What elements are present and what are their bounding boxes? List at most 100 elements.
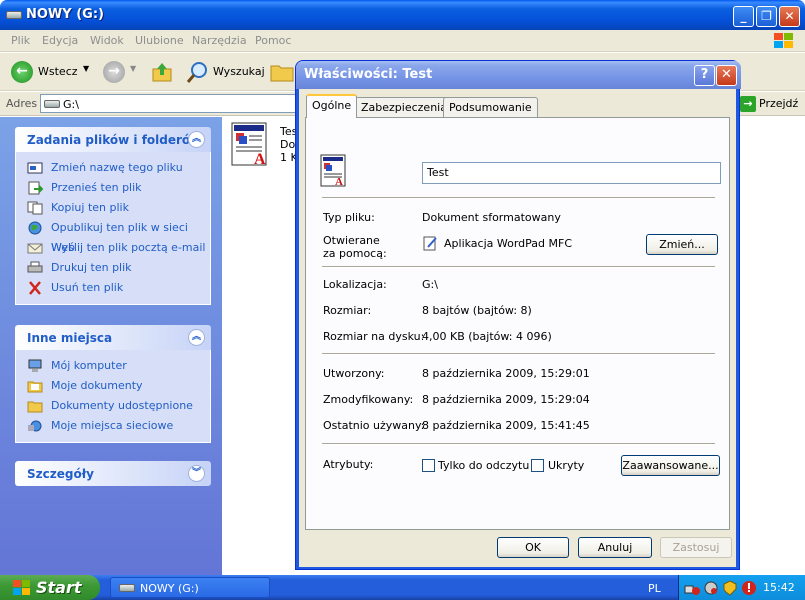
modified-value: 8 października 2009, 15:29:04 xyxy=(422,393,590,406)
task-delete[interactable]: Usuń ten plik xyxy=(16,278,210,298)
menu-favorites[interactable]: Ulubione xyxy=(135,34,184,47)
dialog-title-bar[interactable]: Właściwości: Test ? ✕ xyxy=(296,61,741,89)
tab-security[interactable]: Zabezpieczenia xyxy=(355,97,453,117)
security-shield-icon[interactable] xyxy=(722,580,738,596)
globe-icon xyxy=(28,221,42,235)
taskbar-window-button[interactable]: NOWY (G:) xyxy=(110,577,270,598)
search-button-label[interactable]: Wyszukaj xyxy=(213,65,265,78)
location-value: G:\ xyxy=(422,278,438,291)
task-move[interactable]: Przenieś ten plik xyxy=(16,178,210,198)
go-arrow-icon[interactable]: → xyxy=(740,96,756,112)
created-label: Utworzony: xyxy=(323,367,385,380)
change-button[interactable]: Zmień... xyxy=(646,234,718,255)
menu-file[interactable]: Plik xyxy=(11,34,30,47)
place-network[interactable]: Moje miejsca sieciowe xyxy=(16,416,210,436)
menu-tools[interactable]: Narzędzia xyxy=(192,34,247,47)
file-name-input[interactable]: Test xyxy=(422,162,721,184)
search-icon[interactable] xyxy=(186,60,210,84)
readonly-checkbox[interactable] xyxy=(422,459,435,472)
maximize-button[interactable]: ❐ xyxy=(756,6,777,27)
file-type-value: Dokument sformatowany xyxy=(422,211,561,224)
disk-size-value: 4,00 KB (bajtów: 4 096) xyxy=(422,330,552,343)
task-email[interactable]: Wyślij ten plik pocztą e-mail xyxy=(16,238,210,258)
place-shared-documents[interactable]: Dokumenty udostępnione xyxy=(16,396,210,416)
modified-label: Zmodyfikowany: xyxy=(323,393,414,406)
ok-button[interactable]: OK xyxy=(497,537,569,558)
details-header[interactable]: Szczegóły ︾ xyxy=(15,461,211,486)
readonly-label[interactable]: Tylko do odczytu xyxy=(438,459,529,472)
taskbar-window-label: NOWY (G:) xyxy=(140,582,199,595)
drive-icon xyxy=(44,100,60,108)
other-places-header[interactable]: Inne miejsca ︽ xyxy=(15,325,211,350)
close-button[interactable]: ✕ xyxy=(779,6,800,27)
menu-view[interactable]: Widok xyxy=(90,34,124,47)
menu-edit[interactable]: Edycja xyxy=(42,34,78,47)
title-bar[interactable]: NOWY (G:) _ ❐ ✕ xyxy=(0,0,805,30)
properties-dialog: Właściwości: Test ? ✕ Ogólne Zabezpiecze… xyxy=(295,60,741,570)
my-documents-icon xyxy=(27,381,43,393)
wordpad-app-icon xyxy=(423,236,437,251)
address-value: G:\ xyxy=(63,98,79,111)
dialog-body: Ogólne Zabezpieczenia Podsumowanie A Tes… xyxy=(299,89,736,567)
back-arrow-icon[interactable]: ← xyxy=(11,61,33,83)
location-label: Lokalizacja: xyxy=(323,278,387,291)
file-tasks-header[interactable]: Zadania plików i folderów ︽ xyxy=(15,127,211,152)
task-print[interactable]: Drukuj ten plik xyxy=(16,258,210,278)
wordpad-document-icon[interactable]: A xyxy=(230,122,270,168)
task-rename[interactable]: Zmień nazwę tego pliku xyxy=(16,158,210,178)
file-tasks-title: Zadania plików i folderów xyxy=(27,133,202,147)
network-icon[interactable] xyxy=(684,580,700,596)
alert-icon[interactable] xyxy=(741,580,757,596)
dialog-close-button[interactable]: ✕ xyxy=(716,65,737,86)
file-type-label: Typ pliku: xyxy=(323,211,375,224)
tab-summary[interactable]: Podsumowanie xyxy=(443,97,538,117)
back-button-label[interactable]: Wstecz xyxy=(38,65,78,78)
folders-icon[interactable] xyxy=(270,61,294,83)
other-places-body: Mój komputer Moje dokumenty Dokumenty ud… xyxy=(15,350,211,443)
back-dropdown-icon[interactable]: ▼ xyxy=(83,64,89,73)
start-button[interactable]: Start xyxy=(0,575,100,600)
hidden-label[interactable]: Ukryty xyxy=(548,459,584,472)
details-title: Szczegóły xyxy=(27,467,94,481)
file-tasks-panel: Zadania plików i folderów ︽ Zmień nazwę … xyxy=(15,127,211,305)
tab-general[interactable]: Ogólne xyxy=(306,94,358,118)
accessed-label: Ostatnio używany: xyxy=(323,419,425,432)
clock[interactable]: 15:42 xyxy=(763,581,795,594)
hidden-checkbox[interactable] xyxy=(531,459,544,472)
volume-icon[interactable] xyxy=(703,580,719,596)
copy-icon xyxy=(27,201,43,215)
start-label: Start xyxy=(36,578,82,597)
size-label: Rozmiar: xyxy=(323,304,372,317)
svg-text:A: A xyxy=(254,151,266,168)
task-publish-web[interactable]: Opublikuj ten plik w sieci Web xyxy=(16,218,210,254)
windows-logo-icon xyxy=(774,33,793,48)
dialog-title: Właściwości: Test xyxy=(304,67,433,82)
size-value: 8 bajtów (bajtów: 8) xyxy=(422,304,532,317)
separator xyxy=(322,197,715,199)
menu-bar: Plik Edycja Widok Ulubione Narzędzia Pom… xyxy=(0,30,805,52)
place-my-computer[interactable]: Mój komputer xyxy=(16,356,210,376)
cancel-button[interactable]: Anuluj xyxy=(578,537,652,558)
forward-dropdown-icon[interactable]: ▼ xyxy=(130,64,136,73)
go-button-label[interactable]: Przejdź xyxy=(759,97,798,110)
task-copy[interactable]: Kopiuj ten plik xyxy=(16,198,210,218)
document-icon: A xyxy=(320,154,346,188)
file-tasks-body: Zmień nazwę tego pliku Przenieś ten plik… xyxy=(15,152,211,305)
minimize-button[interactable]: _ xyxy=(733,6,754,27)
place-my-documents[interactable]: Moje dokumenty xyxy=(16,376,210,396)
advanced-button[interactable]: Zaawansowane... xyxy=(621,455,720,476)
disk-size-label: Rozmiar na dysku: xyxy=(323,330,425,343)
language-indicator[interactable]: PL xyxy=(648,582,661,595)
collapse-chevron-icon[interactable]: ︽ xyxy=(188,329,205,346)
move-icon xyxy=(28,181,43,195)
collapse-chevron-icon[interactable]: ︽ xyxy=(188,131,205,148)
menu-help[interactable]: Pomoc xyxy=(255,34,291,47)
folder-up-icon[interactable] xyxy=(151,61,173,83)
drive-icon xyxy=(119,584,135,592)
svg-text:A: A xyxy=(335,176,343,188)
help-button[interactable]: ? xyxy=(694,65,715,86)
forward-arrow-icon[interactable]: → xyxy=(103,61,125,83)
opens-with-label-1: Otwierane xyxy=(323,234,380,247)
apply-button[interactable]: Zastosuj xyxy=(660,537,732,558)
expand-chevron-icon[interactable]: ︾ xyxy=(188,465,205,482)
